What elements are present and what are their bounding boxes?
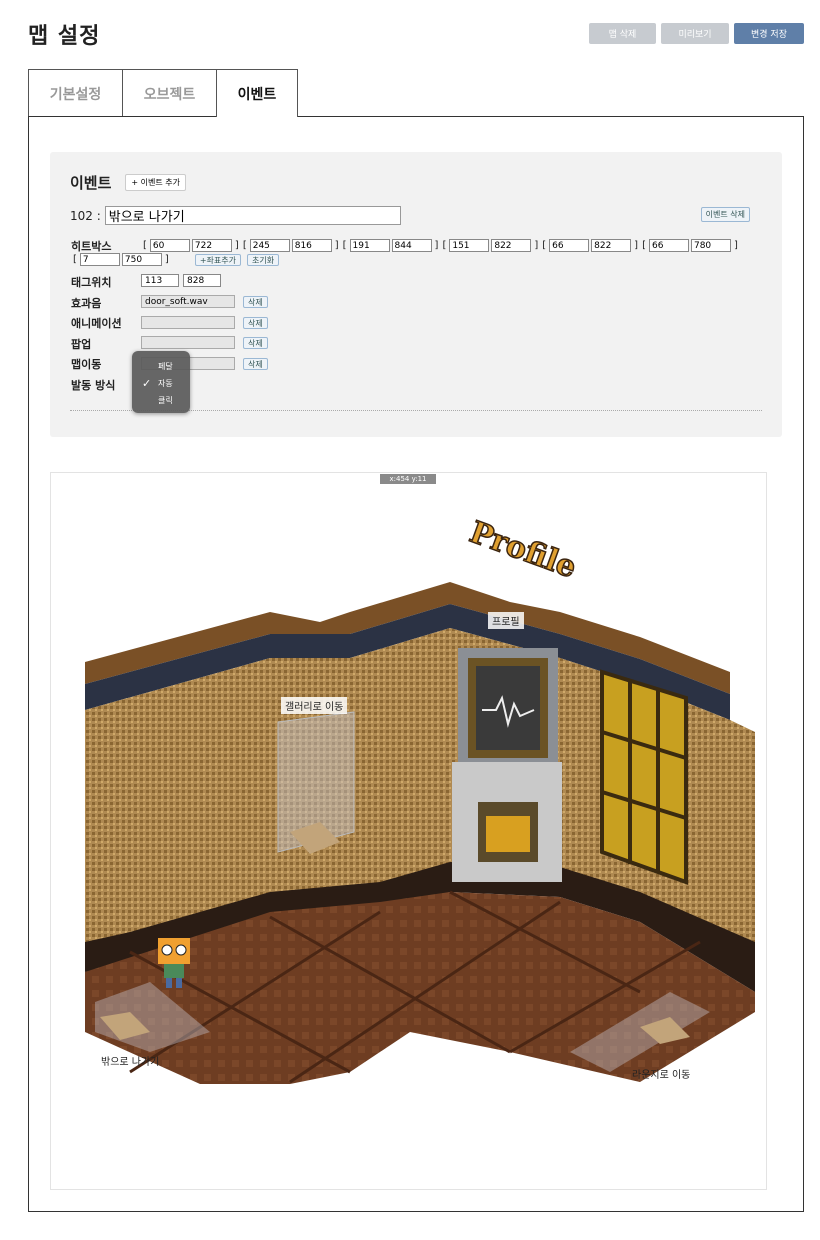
reset-button[interactable]: 초기화	[246, 253, 280, 266]
popup-input[interactable]	[141, 336, 235, 349]
tab-objects[interactable]: 오브젝트	[122, 69, 217, 117]
hitbox-y-input[interactable]	[291, 239, 332, 252]
hitbox-x-input[interactable]	[648, 239, 689, 252]
hitbox-x-input[interactable]	[149, 239, 190, 252]
delete-animation-button[interactable]: 삭제	[243, 316, 268, 329]
delete-sound-button[interactable]: 삭제	[243, 295, 268, 308]
checkmark-icon: ✓	[142, 377, 152, 390]
sound-field: 삭제	[141, 295, 268, 308]
tag-position-inputs	[141, 274, 221, 287]
hitbox-y-input[interactable]	[591, 239, 632, 252]
trigger-label: 발동 방식	[71, 379, 116, 392]
trigger-option-auto[interactable]: ✓ 자동	[132, 375, 190, 392]
trigger-option-pedal[interactable]: 페달	[132, 358, 190, 375]
map-label-exit[interactable]: 밖으로 나가기	[97, 1052, 163, 1069]
add-coord-button[interactable]: +좌표추가	[194, 253, 241, 266]
profile-sign: Profile	[465, 515, 581, 586]
hitbox-x-input[interactable]	[549, 239, 590, 252]
tab-bar: 기본설정 오브젝트 이벤트	[28, 69, 298, 117]
hitbox-y-input[interactable]	[391, 239, 432, 252]
hitbox-y-input[interactable]	[121, 253, 162, 266]
hitbox-row-1: [] [] [] [] [] []	[141, 239, 740, 252]
tab-basic-settings[interactable]: 기본설정	[28, 69, 123, 117]
delete-popup-button[interactable]: 삭제	[243, 336, 268, 349]
event-name-input[interactable]	[104, 206, 401, 225]
popup-label: 팝업	[71, 338, 92, 351]
trigger-dropdown-menu: 페달 ✓ 자동 클릭	[132, 351, 190, 413]
tag-x-input[interactable]	[141, 274, 179, 287]
page-title: 맵 설정	[28, 24, 101, 49]
animation-input[interactable]	[141, 316, 235, 329]
preview-button[interactable]: 미리보기	[661, 23, 729, 44]
save-changes-button[interactable]: 변경 저장	[734, 23, 804, 44]
delete-map-move-button[interactable]: 삭제	[243, 357, 268, 370]
map-label-gallery[interactable]: 갤러리로 이동	[281, 697, 348, 714]
hitbox-y-input[interactable]	[690, 239, 731, 252]
hitbox-x-input[interactable]	[349, 239, 390, 252]
hitbox-label: 히트박스	[71, 240, 112, 253]
hitbox-x-input[interactable]	[449, 239, 490, 252]
hitbox-y-input[interactable]	[491, 239, 532, 252]
isometric-room-scene: Profile	[85, 514, 755, 1084]
map-label-profile[interactable]: 프로필	[488, 612, 524, 629]
tag-position-label: 태그위치	[71, 276, 112, 289]
animation-field: 삭제	[141, 316, 268, 329]
hitbox-x-input[interactable]	[79, 253, 120, 266]
hitbox-row-2: [] +좌표추가 초기화	[71, 253, 280, 266]
popup-field: 삭제	[141, 336, 268, 349]
event-heading: 이벤트	[70, 174, 112, 192]
add-event-button[interactable]: + 이벤트 추가	[125, 174, 186, 191]
event-id: 102 :	[70, 208, 101, 223]
tab-events[interactable]: 이벤트	[216, 69, 298, 117]
delete-map-button[interactable]: 맵 삭제	[589, 23, 656, 44]
delete-event-button[interactable]: 이벤트 삭제	[700, 207, 750, 222]
trigger-option-click[interactable]: 클릭	[132, 392, 190, 409]
map-move-label: 맵이동	[71, 358, 102, 371]
sound-label: 효과음	[71, 297, 102, 310]
hitbox-y-input[interactable]	[191, 239, 232, 252]
map-settings-page: 맵 설정 맵 삭제 미리보기 변경 저장 기본설정 오브젝트 이벤트 이벤트 +…	[0, 0, 820, 1240]
top-toolbar: 맵 삭제 미리보기 변경 저장	[589, 23, 804, 44]
animation-label: 애니메이션	[71, 317, 122, 330]
map-label-lounge[interactable]: 라운지로 이동	[628, 1065, 694, 1082]
tag-y-input[interactable]	[183, 274, 221, 287]
sound-input[interactable]	[141, 295, 235, 308]
hitbox-x-input[interactable]	[249, 239, 290, 252]
